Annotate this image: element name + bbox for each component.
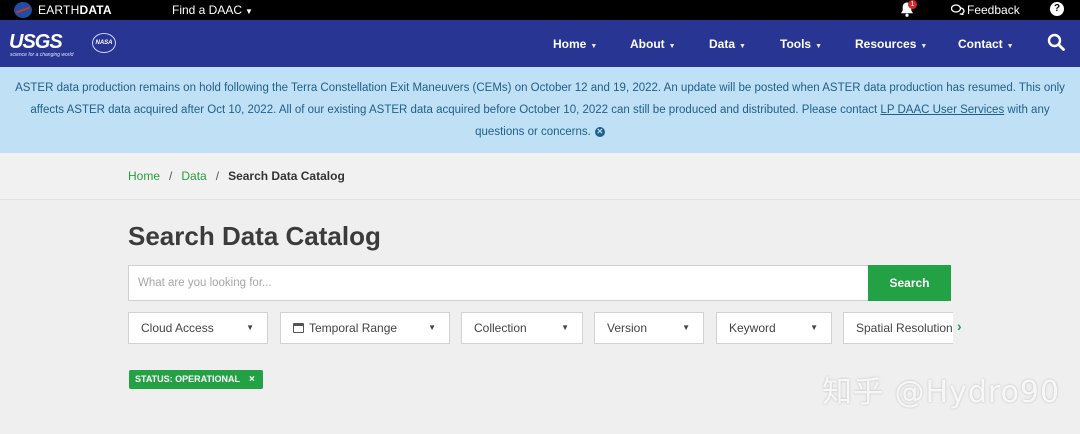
facet-label: Version: [607, 321, 648, 335]
notification-count-badge: 1: [908, 0, 917, 9]
facet-version[interactable]: Version ▼: [594, 312, 704, 344]
breadcrumb-band: Home / Data / Search Data Catalog: [0, 153, 1080, 200]
nasa-meatball-icon[interactable]: [14, 2, 32, 18]
lp-daac-user-services-link[interactable]: LP DAAC User Services: [880, 104, 1004, 116]
brand-suffix: DATA: [79, 3, 112, 17]
nav-about-label: About: [630, 37, 665, 51]
chevron-down-icon: ▼: [815, 43, 823, 50]
chevron-down-icon: ▼: [920, 43, 928, 50]
catalog-search-input[interactable]: [129, 266, 868, 300]
chevron-down-icon: ▼: [1006, 43, 1014, 50]
remove-filter-icon[interactable]: ×: [249, 374, 255, 385]
nav-resources[interactable]: Resources ▼: [855, 37, 927, 51]
breadcrumb-current: Search Data Catalog: [228, 169, 345, 183]
nav-data-label: Data: [709, 37, 736, 51]
caret-down-icon: ▼: [810, 323, 818, 332]
nav-data[interactable]: Data ▼: [709, 37, 746, 51]
nav-resources-label: Resources: [855, 37, 917, 51]
breadcrumb-separator: /: [169, 169, 173, 183]
facet-keyword[interactable]: Keyword ▼: [716, 312, 832, 344]
nav-contact[interactable]: Contact ▼: [958, 37, 1014, 51]
usgs-tagline: science for a changing world: [10, 52, 74, 58]
nav-home[interactable]: Home ▼: [553, 37, 597, 51]
search-button[interactable]: Search: [868, 265, 951, 301]
feedback-label: Feedback: [967, 3, 1020, 17]
breadcrumb-home[interactable]: Home: [128, 169, 160, 183]
chevron-down-icon: ▼: [739, 43, 746, 50]
find-daac-label: Find a DAAC: [172, 3, 243, 17]
facet-label: Keyword: [729, 321, 776, 335]
chat-bubbles-icon: [950, 4, 965, 17]
nav-tools-label: Tools: [780, 37, 812, 51]
nav-search-button[interactable]: [1047, 33, 1065, 51]
facet-cloud-access[interactable]: Cloud Access ▼: [128, 312, 268, 344]
nav-about[interactable]: About ▼: [630, 37, 676, 51]
scroll-right-chevron-icon[interactable]: ›: [957, 318, 962, 334]
facet-label: Collection: [474, 321, 527, 335]
status-filter-chip: STATUS: OPERATIONAL ×: [129, 370, 263, 389]
caret-down-icon: ▼: [561, 323, 569, 332]
main-navigation: USGS science for a changing world NASA H…: [0, 20, 1080, 67]
facet-label: Cloud Access: [141, 321, 214, 335]
facet-spatial-resolution[interactable]: Spatial Resolution (: [843, 312, 953, 344]
search-field-wrapper: [128, 265, 868, 301]
nav-contact-label: Contact: [958, 37, 1003, 51]
help-icon[interactable]: ?: [1050, 2, 1064, 16]
facet-collection[interactable]: Collection ▼: [461, 312, 583, 344]
notifications-button[interactable]: 1: [899, 0, 917, 19]
chevron-down-icon: ▼: [668, 43, 676, 50]
caret-down-icon: ▼: [246, 323, 254, 332]
chevron-down-icon: ▼: [590, 43, 598, 50]
chip-label: STATUS: OPERATIONAL: [135, 374, 240, 384]
breadcrumb-separator: /: [215, 169, 220, 183]
feedback-link[interactable]: Feedback: [950, 3, 1020, 17]
find-daac-dropdown[interactable]: Find a DAAC ▼: [172, 3, 253, 17]
page-title: Search Data Catalog: [128, 221, 381, 251]
facet-label: Spatial Resolution (: [856, 321, 953, 335]
breadcrumb: Home / Data / Search Data Catalog: [128, 169, 345, 183]
nav-tools[interactable]: Tools ▼: [780, 37, 822, 51]
caret-down-icon: ▼: [245, 7, 253, 16]
close-alert-icon[interactable]: ✕: [594, 126, 605, 137]
nav-home-label: Home: [553, 37, 587, 51]
aster-alert-banner: ASTER data production remains on hold fo…: [0, 67, 1080, 153]
caret-down-icon: ▼: [428, 323, 436, 332]
facet-label: Temporal Range: [309, 321, 398, 335]
watermark: 知乎 @Hydro90: [822, 375, 1061, 410]
breadcrumb-data[interactable]: Data: [181, 169, 206, 183]
nasa-logo[interactable]: NASA: [92, 33, 116, 53]
earthdata-brand[interactable]: EARTHDATA: [38, 3, 112, 17]
calendar-icon: [293, 323, 304, 333]
top-utility-bar: EARTHDATA Find a DAAC ▼ 1 Feedback ?: [0, 0, 1080, 20]
caret-down-icon: ▼: [682, 323, 690, 332]
facet-temporal-range[interactable]: Temporal Range ▼: [280, 312, 450, 344]
brand-prefix: EARTH: [38, 3, 80, 17]
search-icon: [1047, 33, 1065, 51]
usgs-logo[interactable]: USGS: [9, 31, 63, 54]
